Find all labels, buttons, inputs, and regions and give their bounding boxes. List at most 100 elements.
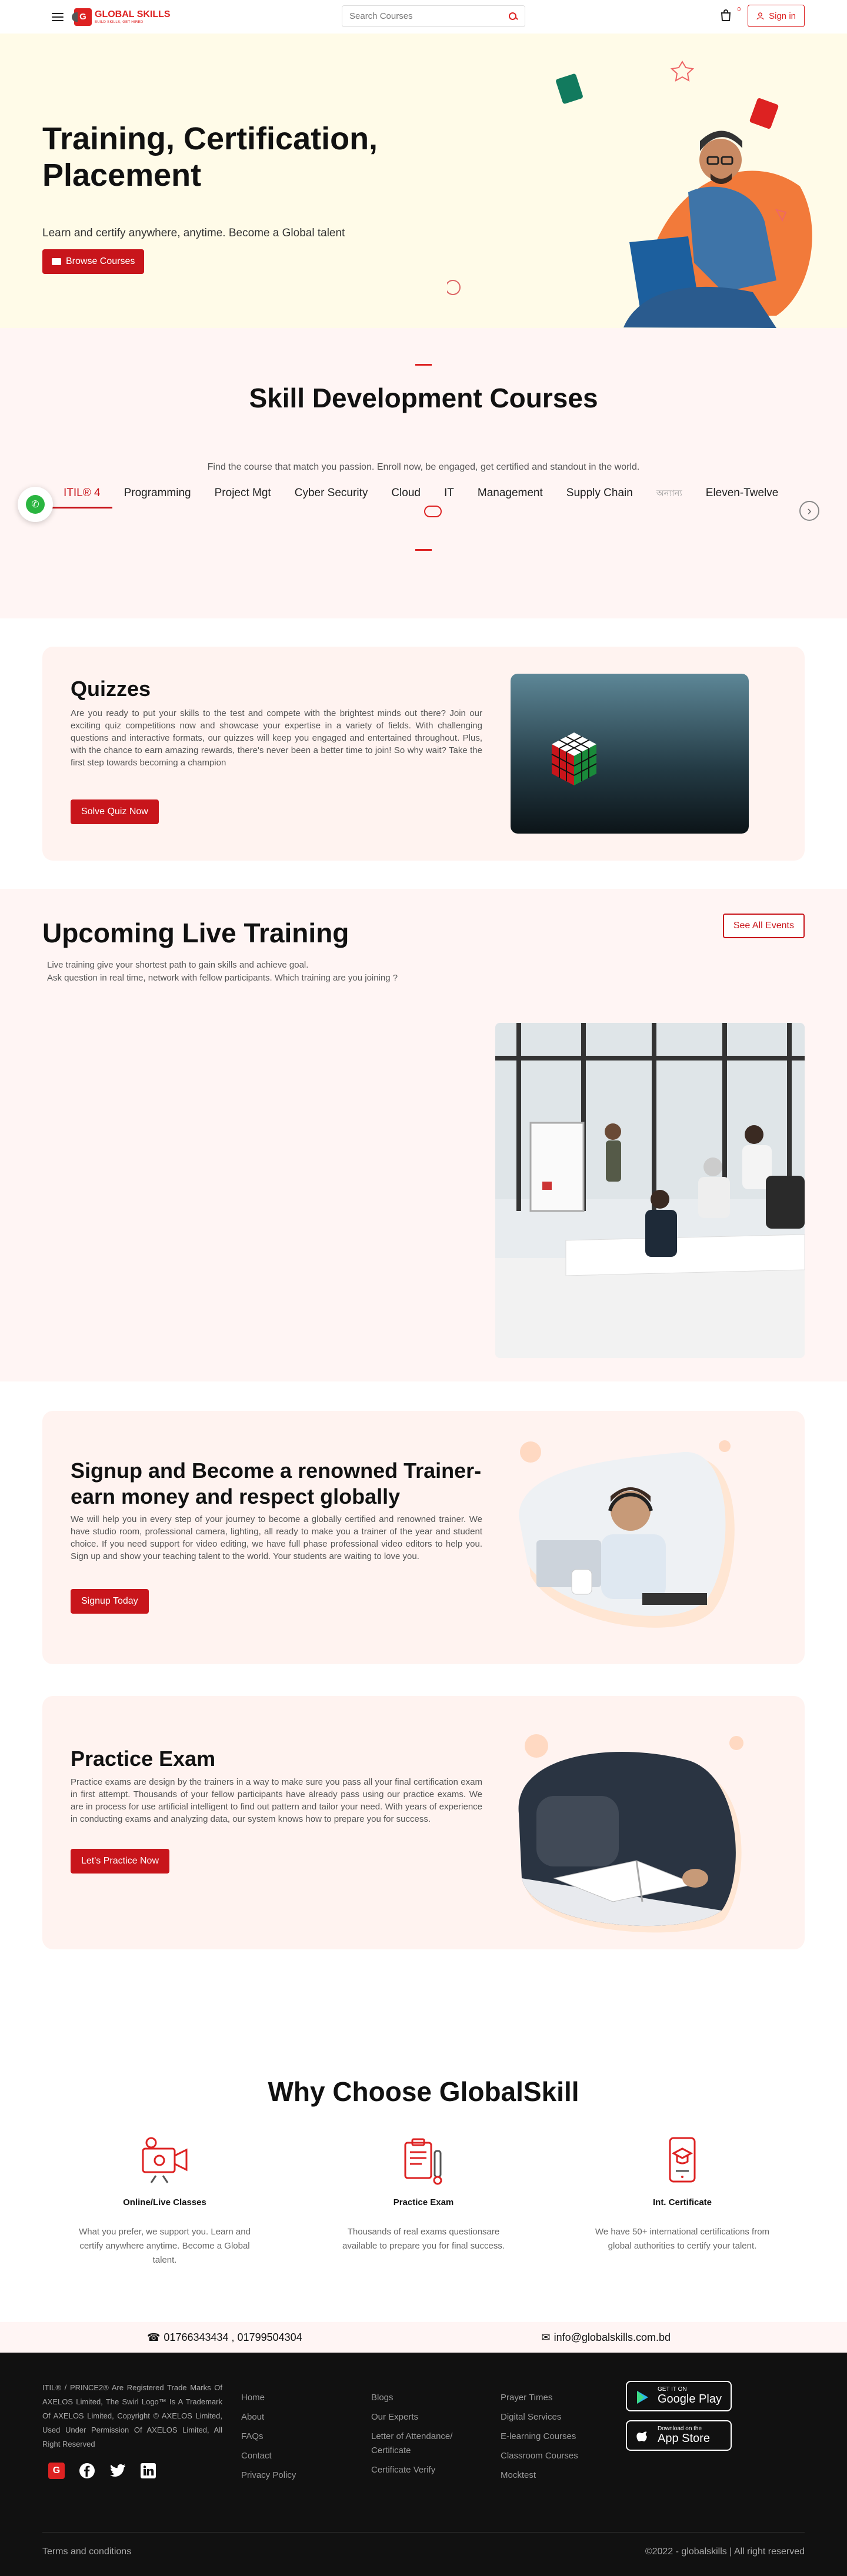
tab-eleven-twelve[interactable]: Eleven-Twelve [694,487,791,508]
rubiks-cube-image [511,674,749,834]
footer-link-prayer[interactable]: Prayer Times [501,2388,578,2407]
signin-button[interactable]: Sign in [748,5,805,27]
solve-quiz-label: Solve Quiz Now [81,807,148,817]
trainer-image [519,1440,735,1628]
logo-tagline: BUILD SKILLS, GET HIRED [95,20,144,24]
courses-description: Find the course that match you passion. … [207,462,640,472]
linkedin-icon[interactable] [139,2461,158,2480]
tab-itil[interactable]: ITIL® 4 [52,487,112,508]
footer-link-mocktest[interactable]: Mocktest [501,2465,578,2485]
footer-link-classroom[interactable]: Classroom Courses [501,2446,578,2465]
footer-link-experts[interactable]: Our Experts [371,2410,477,2424]
tab-cloud[interactable]: Cloud [379,487,432,508]
divider-line-bottom [415,549,432,551]
live-training-title: Upcoming Live Training [42,918,349,948]
contact-phone[interactable]: ☎ 01766343434 , 01799504304 [147,2331,302,2344]
footer-col-3: Prayer Times Digital Services E-learning… [501,2388,578,2485]
person-head [699,139,742,181]
course-tabs: ITIL® 4 Programming Project Mgt Cyber Se… [52,487,790,508]
cart-button[interactable]: 0 [719,6,741,23]
feature-practice-title: Practice Exam [393,2197,454,2207]
divider-line [415,364,432,366]
globalskills-icon[interactable]: G [47,2461,66,2480]
quizzes-section: Quizzes Are you ready to put your skills… [0,618,847,889]
next-arrow-icon[interactable]: › [799,501,819,521]
logo-title: GLOBAL SKILLS [95,9,171,19]
footer-link-home[interactable]: Home [241,2388,296,2407]
practice-exam-image [518,1734,743,1933]
menu-icon[interactable] [52,12,64,21]
facebook-icon[interactable] [78,2461,96,2480]
hero-subtitle: Learn and certify anywhere, anytime. Bec… [42,227,345,239]
feature-int-certificate: Int. Certificate We have 50+ internation… [576,2133,788,2253]
hero-illustration [447,61,812,328]
twitter-icon[interactable] [108,2461,127,2480]
logo-mark-icon: G [72,8,92,26]
training-room-image [495,1023,805,1358]
footer-link-certificate-verify[interactable]: Certificate Verify [371,2463,477,2477]
footer-link-about[interactable]: About [241,2407,296,2427]
practice-text: Practice exams are design by the trainer… [71,1777,482,1824]
browse-courses-button[interactable]: Browse Courses [42,249,145,274]
live-training-text: Live training give your shortest path to… [47,959,398,985]
see-all-events-label: See All Events [733,921,794,931]
tab-project-mgt[interactable]: Project Mgt [203,487,283,508]
exam-icon [404,2138,442,2185]
app-store-big: App Store [658,2432,710,2445]
copyright-text: ©2022 - globalskills | All right reserve… [645,2547,805,2557]
google-play-icon [637,2391,648,2404]
feature-online-text: What you prefer, we support you. Learn a… [79,2227,251,2265]
solve-quiz-button[interactable]: Solve Quiz Now [71,799,159,824]
feature-practice-text: Thousands of real exams questionsare ava… [342,2227,505,2251]
google-play-small: GET IT ON [658,2386,687,2393]
footer-link-privacy[interactable]: Privacy Policy [241,2465,296,2485]
tab-cyber-security[interactable]: Cyber Security [283,487,380,508]
tab-others[interactable]: অন্যান্য [645,487,694,508]
browse-courses-label: Browse Courses [66,256,135,266]
lets-practice-button[interactable]: Let's Practice Now [71,1849,169,1874]
book-icon [52,258,61,265]
see-all-events-button[interactable]: See All Events [722,914,805,938]
tab-programming[interactable]: Programming [112,487,203,508]
footer-link-attendance[interactable]: Letter of Attendance/ Certificate [371,2430,477,2458]
app-store-button[interactable]: Download on the App Store [626,2420,732,2451]
contact-strip: ☎ 01766343434 , 01799504304 ✉ info@globals… [0,2322,847,2353]
feature-online-title: Online/Live Classes [123,2197,206,2207]
live-training-line1: Live training give your shortest path to… [47,960,309,970]
footer-link-digital[interactable]: Digital Services [501,2407,578,2427]
search-input[interactable] [349,11,508,21]
signin-label: Sign in [769,11,796,21]
whatsapp-button[interactable]: ✆ [18,487,53,522]
trainer-card: Signup and Become a renowned Trainer- ea… [42,1411,805,1664]
footer-link-contact[interactable]: Contact [241,2446,296,2465]
social-links: G [47,2461,158,2480]
carousel-indicator[interactable] [424,506,442,517]
quizzes-card: Quizzes Are you ready to put your skills… [42,647,805,861]
tab-supply-chain[interactable]: Supply Chain [555,487,645,508]
quizzes-title: Quizzes [71,677,151,701]
hero-title: Training, Certification, Placement [42,121,378,193]
feature-cert-text: We have 50+ international certifications… [595,2227,770,2251]
feature-online-classes: Online/Live Classes What you prefer, we … [59,2133,271,2267]
bag-icon [721,9,731,21]
apple-icon [636,2431,647,2441]
certificate-icon [669,2137,696,2183]
courses-section: Skill Development Courses Find the cours… [0,328,847,618]
tab-management[interactable]: Management [466,487,555,508]
footer-link-blogs[interactable]: Blogs [371,2391,477,2405]
video-class-icon [142,2137,188,2183]
google-play-button[interactable]: GET IT ON Google Play [626,2381,732,2411]
contact-email-text: info@globalskills.com.bd [553,2331,671,2343]
logo[interactable]: G GLOBAL SKILLS BUILD SKILLS, GET HIRED [72,8,171,26]
terms-link[interactable]: Terms and conditions [42,2547,131,2557]
lets-practice-label: Let's Practice Now [81,1856,159,1866]
search-icon[interactable] [508,12,518,21]
footer-link-elearning[interactable]: E-learning Courses [501,2427,578,2446]
star-icon-decor [670,61,695,82]
contact-email[interactable]: ✉ info@globalskills.com.bd [542,2331,671,2344]
feature-practice-exam: Practice Exam Thousands of real exams qu… [318,2133,529,2253]
mail-icon: ✉ [541,2331,551,2343]
signup-today-button[interactable]: Signup Today [71,1589,149,1614]
footer-link-faqs[interactable]: FAQs [241,2427,296,2446]
user-icon [756,12,764,19]
